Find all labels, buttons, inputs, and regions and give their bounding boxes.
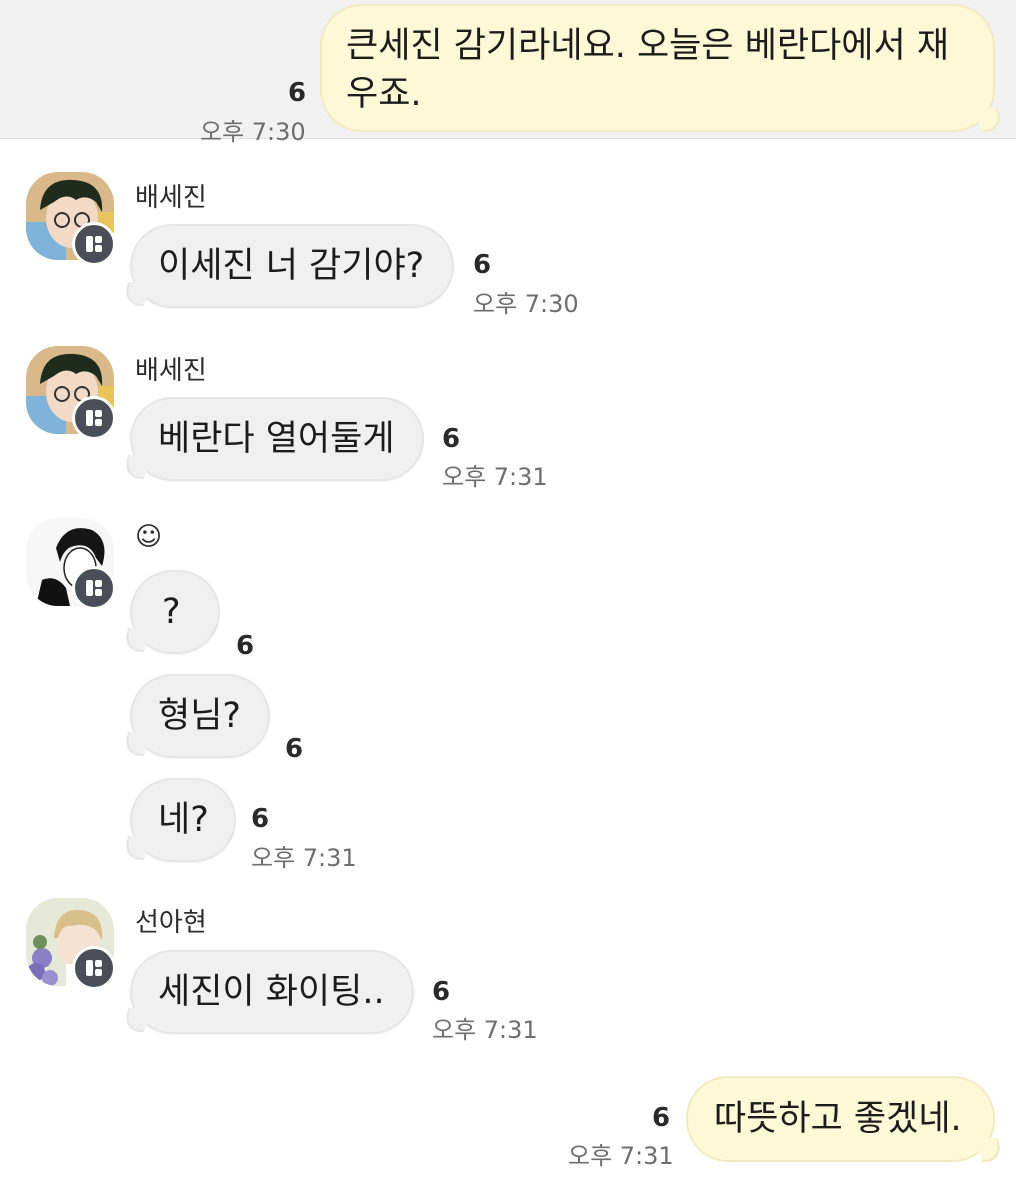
message-time: 오후 7:31 bbox=[251, 844, 357, 872]
message-time: 오후 7:30 bbox=[200, 118, 306, 146]
message-text: 따뜻하고 좋겠네. bbox=[714, 1099, 962, 1139]
bubble-tail bbox=[119, 628, 153, 652]
message-text: 베란다 열어둘게 bbox=[158, 419, 395, 459]
message-text: 큰세진 감기라네요. 오늘은 베란다에서 재 bbox=[346, 26, 950, 66]
unread-count: 6 bbox=[442, 424, 461, 454]
sender-name: 선아현 bbox=[135, 908, 207, 938]
bubble-tail bbox=[119, 836, 153, 860]
sender-name: ☺ bbox=[135, 522, 163, 552]
profile-badge-icon bbox=[72, 222, 116, 266]
profile-badge-icon bbox=[72, 566, 116, 610]
profile-badge-icon bbox=[72, 396, 116, 440]
message-bubble-incoming[interactable]: 이세진 너 감기야? bbox=[130, 224, 454, 308]
message-text: 세진이 화이팅.. bbox=[158, 972, 385, 1012]
message-time: 오후 7:31 bbox=[568, 1142, 674, 1170]
bubble-tail bbox=[119, 1008, 153, 1032]
unread-count: 6 bbox=[473, 250, 492, 280]
unread-count: 6 bbox=[236, 631, 255, 661]
profile-badge-icon bbox=[72, 946, 116, 990]
message-bubble-outgoing[interactable]: 큰세진 감기라네요. 오늘은 베란다에서 재 우죠. bbox=[320, 4, 995, 132]
unread-count: 6 bbox=[251, 804, 270, 834]
bubble-tail bbox=[119, 732, 153, 756]
bubble-tail bbox=[119, 455, 153, 479]
sender-name: 배세진 bbox=[135, 183, 207, 213]
unread-count: 6 bbox=[652, 1103, 671, 1133]
bubble-tail bbox=[973, 1138, 1007, 1162]
message-bubble-outgoing[interactable]: 따뜻하고 좋겠네. bbox=[686, 1076, 995, 1162]
message-text: 우죠. bbox=[346, 74, 422, 114]
message-bubble-incoming[interactable]: 베란다 열어둘게 bbox=[130, 397, 424, 481]
message-time: 오후 7:31 bbox=[442, 463, 548, 491]
bubble-tail bbox=[119, 282, 153, 306]
message-text: 네? bbox=[158, 800, 209, 840]
unread-count: 6 bbox=[288, 78, 307, 108]
message-text: 형님? bbox=[158, 696, 241, 736]
message-text: ? bbox=[162, 592, 181, 632]
message-time: 오후 7:30 bbox=[473, 290, 579, 318]
unread-count: 6 bbox=[285, 734, 304, 764]
message-text: 이세진 너 감기야? bbox=[158, 246, 425, 286]
unread-count: 6 bbox=[432, 977, 451, 1007]
message-bubble-incoming[interactable]: 형님? bbox=[130, 674, 270, 758]
sender-name: 배세진 bbox=[135, 356, 207, 386]
message-bubble-incoming[interactable]: 세진이 화이팅.. bbox=[130, 950, 414, 1034]
message-time: 오후 7:31 bbox=[432, 1016, 538, 1044]
